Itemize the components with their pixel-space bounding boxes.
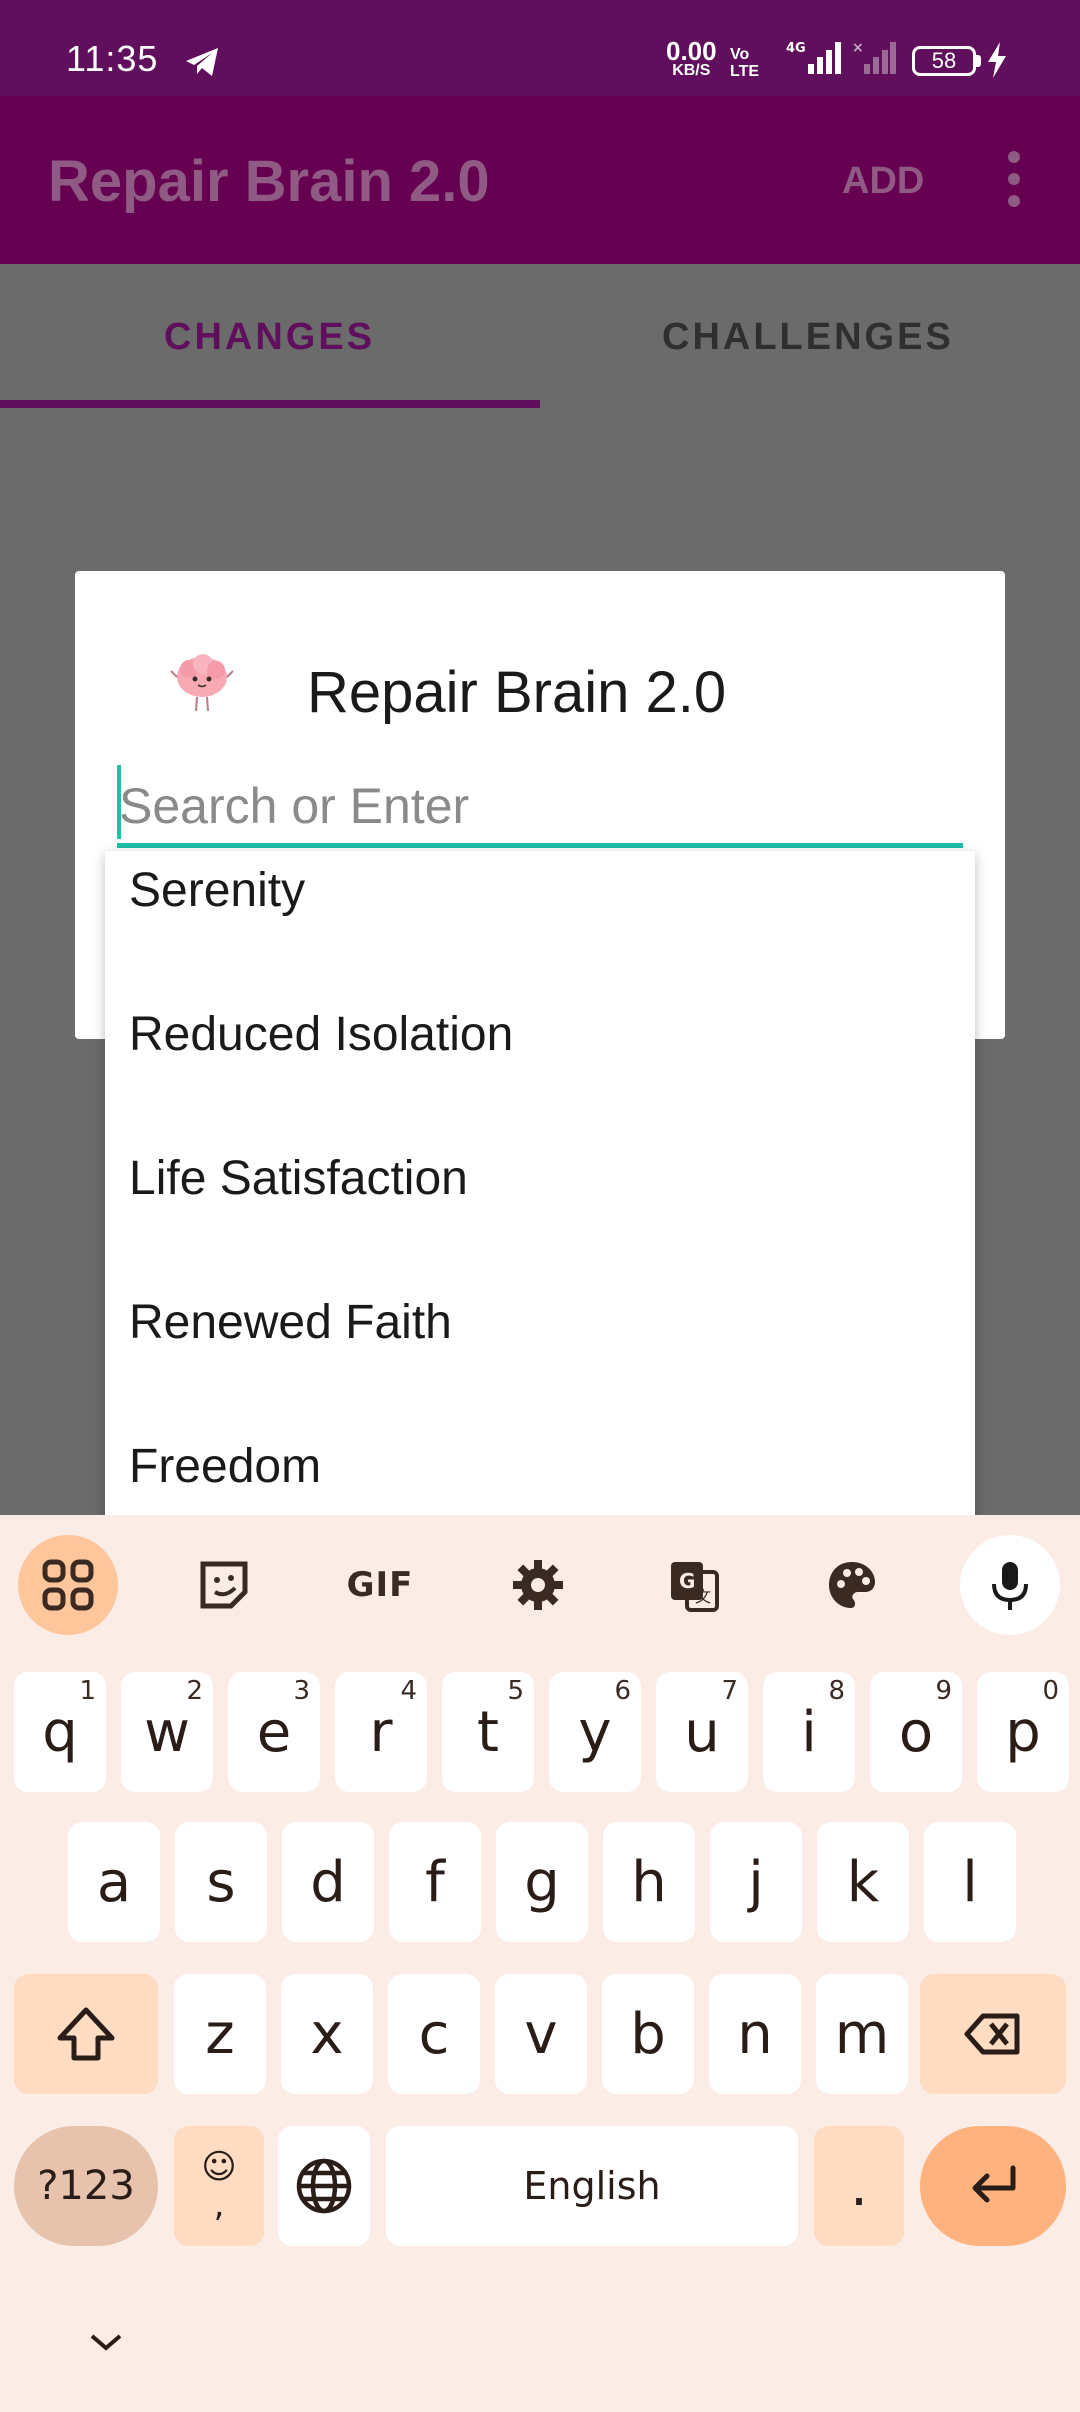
sticker-icon[interactable]	[174, 1535, 274, 1635]
space-key[interactable]: English	[386, 2126, 798, 2246]
symbols-key[interactable]: ?123	[14, 2126, 158, 2246]
key-e[interactable]: e3	[228, 1672, 320, 1792]
mic-icon[interactable]	[960, 1535, 1060, 1635]
status-bar: 11:35 0.00 KB/S Vo LTE 4G × 58	[0, 0, 1080, 96]
key-a[interactable]: a	[68, 1822, 160, 1942]
emoji-comma-key[interactable]: ☺ ,	[174, 2126, 264, 2246]
svg-text:4G: 4G	[786, 41, 806, 56]
add-button[interactable]: ADD	[842, 160, 924, 203]
app-title: Repair Brain 2.0	[48, 149, 490, 214]
dialog-title: Repair Brain 2.0	[307, 660, 727, 725]
key-c[interactable]: c	[388, 1974, 480, 2094]
key-q[interactable]: q1	[14, 1672, 106, 1792]
status-time: 11:35	[66, 38, 159, 79]
apps-icon[interactable]	[18, 1535, 118, 1635]
key-i[interactable]: i8	[763, 1672, 855, 1792]
key-u[interactable]: u7	[656, 1672, 748, 1792]
suggestion-item[interactable]: Renewed Faith	[129, 1295, 452, 1350]
suggestion-item[interactable]: Life Satisfaction	[129, 1151, 468, 1206]
text-cursor	[117, 765, 121, 839]
key-v[interactable]: v	[495, 1974, 587, 2094]
key-t[interactable]: t5	[442, 1672, 534, 1792]
key-d[interactable]: d	[282, 1822, 374, 1942]
key-j[interactable]: j	[710, 1822, 802, 1942]
key-b[interactable]: b	[602, 1974, 694, 2094]
tab-indicator	[0, 400, 540, 408]
suggestion-item[interactable]: Serenity	[129, 863, 305, 918]
key-f[interactable]: f	[389, 1822, 481, 1942]
gif-button[interactable]: GIF	[330, 1535, 430, 1635]
battery-tip	[976, 55, 981, 67]
key-z[interactable]: z	[174, 1974, 266, 2094]
suggestion-item[interactable]: Reduced Isolation	[129, 1007, 513, 1062]
enter-key[interactable]	[920, 2126, 1066, 2246]
suggestion-dropdown: Serenity Reduced Isolation Life Satisfac…	[105, 851, 975, 1515]
app-bar: Repair Brain 2.0 ADD	[0, 96, 1080, 264]
backspace-key[interactable]	[920, 1974, 1066, 2094]
key-x[interactable]: x	[281, 1974, 373, 2094]
key-k[interactable]: k	[817, 1822, 909, 1942]
key-y[interactable]: y6	[549, 1672, 641, 1792]
search-input-underline	[117, 843, 963, 848]
key-n[interactable]: n	[709, 1974, 801, 2094]
settings-icon[interactable]	[488, 1535, 588, 1635]
net-speed: 0.00 KB/S	[666, 36, 717, 79]
tab-bar: CHANGES CHALLENGES	[0, 264, 1080, 408]
volte-indicator: Vo LTE	[730, 46, 760, 80]
key-m[interactable]: m	[816, 1974, 908, 2094]
key-p[interactable]: p0	[977, 1672, 1069, 1792]
key-r[interactable]: r4	[335, 1672, 427, 1792]
key-o[interactable]: o9	[870, 1672, 962, 1792]
search-input[interactable]	[117, 771, 963, 841]
brain-icon	[170, 654, 234, 712]
keyboard-collapse-icon[interactable]	[88, 2330, 124, 2354]
signal-sim2-icon: ×	[852, 40, 896, 74]
svg-text:×: ×	[852, 40, 864, 56]
key-h[interactable]: h	[603, 1822, 695, 1942]
tab-challenges[interactable]: CHALLENGES	[662, 316, 954, 359]
svg-text:文: 文	[695, 1587, 711, 1606]
key-l[interactable]: l	[924, 1822, 1016, 1942]
key-g[interactable]: g	[496, 1822, 588, 1942]
signal-4g-icon: 4G	[786, 41, 841, 74]
overflow-menu-icon[interactable]	[1002, 151, 1026, 211]
svg-text:G: G	[679, 1569, 695, 1593]
shift-key[interactable]	[14, 1974, 158, 2094]
translate-icon[interactable]: G 文	[644, 1535, 744, 1635]
palette-icon[interactable]	[802, 1535, 902, 1635]
globe-icon[interactable]	[278, 2126, 370, 2246]
tab-changes[interactable]: CHANGES	[164, 316, 375, 359]
key-s[interactable]: s	[175, 1822, 267, 1942]
charging-icon	[988, 42, 1006, 78]
soft-keyboard: GIF G 文	[0, 1515, 1080, 2412]
telegram-icon	[186, 48, 218, 76]
period-key[interactable]: .	[814, 2126, 904, 2246]
battery-indicator: 58	[912, 46, 976, 76]
key-w[interactable]: w2	[121, 1672, 213, 1792]
suggestion-item[interactable]: Freedom	[129, 1439, 321, 1494]
